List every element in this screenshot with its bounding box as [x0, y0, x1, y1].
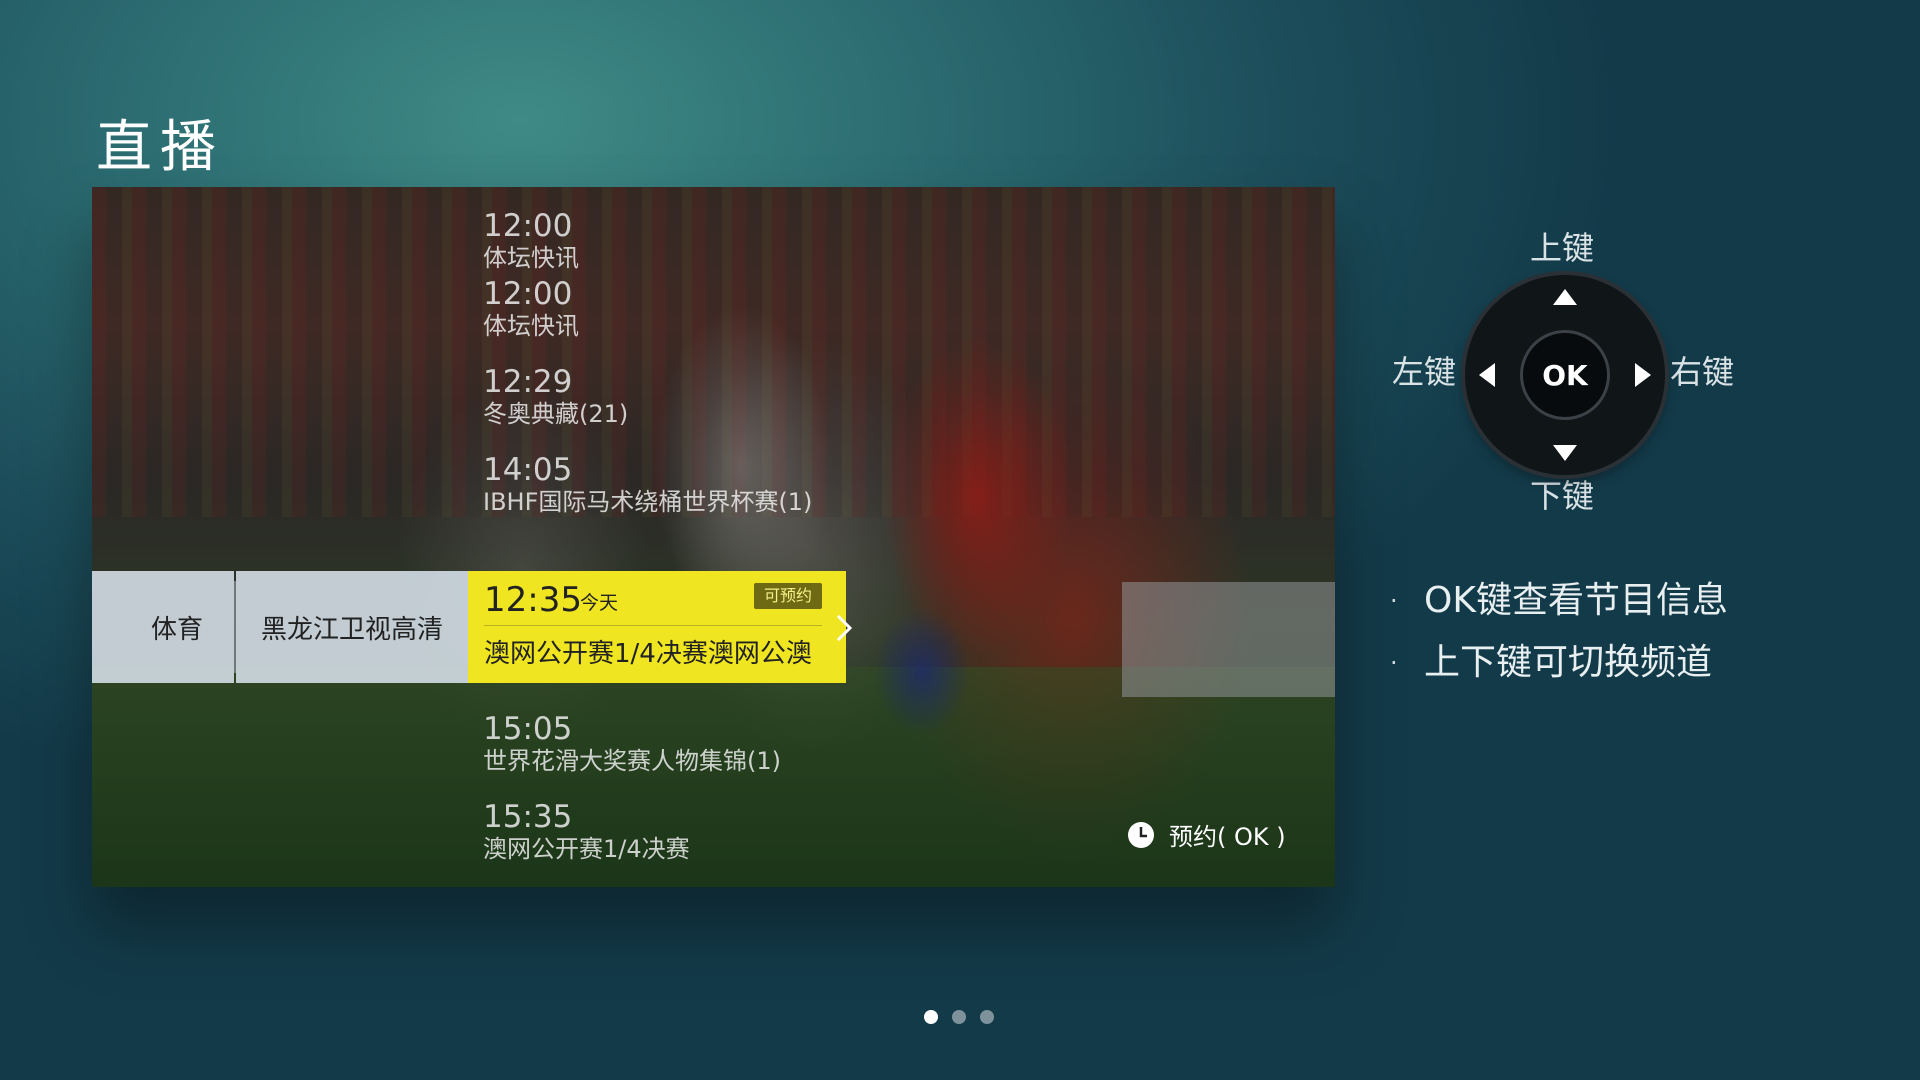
live-video-panel[interactable]: 12:00 体坛快讯 12:00 体坛快讯 12:29 冬奥典藏(21) 14:…	[92, 187, 1335, 887]
page-title: 直播	[96, 115, 224, 180]
program-item[interactable]: 15:35 澳网公开赛1/4决赛	[483, 800, 983, 864]
bullet-icon: ·	[1390, 587, 1398, 615]
down-key-label: 下键	[1530, 477, 1595, 515]
channel-name[interactable]: 黑龙江卫视高清	[236, 571, 468, 683]
program-name: 澳网公开赛1/4决赛	[483, 835, 690, 863]
page-indicator	[924, 1010, 994, 1024]
program-time: 15:35	[483, 799, 573, 835]
current-program-time: 12:35	[484, 580, 582, 620]
arrow-up-icon	[1553, 289, 1577, 305]
program-item[interactable]: 15:05 世界花滑大奖赛人物集锦(1)	[483, 712, 983, 776]
hint-text: OK键查看节目信息	[1424, 580, 1728, 621]
page-dot[interactable]	[952, 1010, 966, 1024]
channel-category[interactable]: 体育	[92, 571, 234, 683]
up-key-label: 上键	[1530, 229, 1595, 267]
program-item[interactable]: 12:00 体坛快讯	[483, 277, 983, 341]
arrow-left-icon	[1479, 363, 1495, 387]
program-item[interactable]: 14:05 IBHF国际马术绕桶世界杯赛(1)	[483, 453, 983, 517]
program-time: 12:00	[483, 276, 573, 312]
bullet-icon: ·	[1390, 649, 1398, 677]
program-name: 体坛快讯	[483, 312, 579, 340]
current-program-separator	[484, 625, 822, 626]
hint-list: · OK键查看节目信息 · 上下键可切换频道	[1390, 570, 1728, 694]
program-name: IBHF国际马术绕桶世界杯赛(1)	[483, 488, 813, 516]
hint-item: · 上下键可切换频道	[1390, 632, 1728, 694]
right-key-label: 右键	[1670, 353, 1735, 391]
current-program-day: 今天	[580, 592, 619, 614]
left-key-label: 左键	[1392, 353, 1457, 391]
hint-item: · OK键查看节目信息	[1390, 570, 1728, 632]
page-dot-active[interactable]	[924, 1010, 938, 1024]
program-time: 12:00	[483, 208, 573, 244]
reservable-badge: 可预约	[753, 583, 822, 609]
program-name: 冬奥典藏(21)	[483, 400, 629, 428]
page-dot[interactable]	[980, 1010, 994, 1024]
program-name: 世界花滑大奖赛人物集锦(1)	[483, 747, 781, 775]
current-program[interactable]: 12:35 今天 可预约 澳网公开赛1/4决赛澳网公澳	[468, 571, 846, 683]
channel-bar[interactable]: 体育 黑龙江卫视高清 12:35 今天 可预约 澳网公开赛1/4决赛澳网公澳	[92, 571, 1335, 683]
hint-text: 上下键可切换频道	[1424, 642, 1713, 683]
reserve-button[interactable]: 预约( OK )	[1127, 817, 1286, 852]
arrow-down-icon	[1553, 445, 1577, 461]
program-time: 14:05	[483, 452, 573, 488]
program-time: 15:05	[483, 711, 573, 747]
current-program-name: 澳网公开赛1/4决赛澳网公澳	[484, 639, 812, 669]
remote-dpad: OK	[1465, 275, 1665, 475]
arrow-right-icon	[1635, 363, 1651, 387]
ok-button-icon: OK	[1520, 330, 1610, 420]
reserve-label: 预约( OK )	[1169, 823, 1286, 851]
program-name: 体坛快讯	[483, 244, 579, 272]
program-item[interactable]: 12:00 体坛快讯	[483, 209, 983, 273]
clock-icon	[1128, 821, 1154, 848]
program-item[interactable]: 12:29 冬奥典藏(21)	[483, 365, 983, 429]
program-time: 12:29	[483, 364, 573, 400]
